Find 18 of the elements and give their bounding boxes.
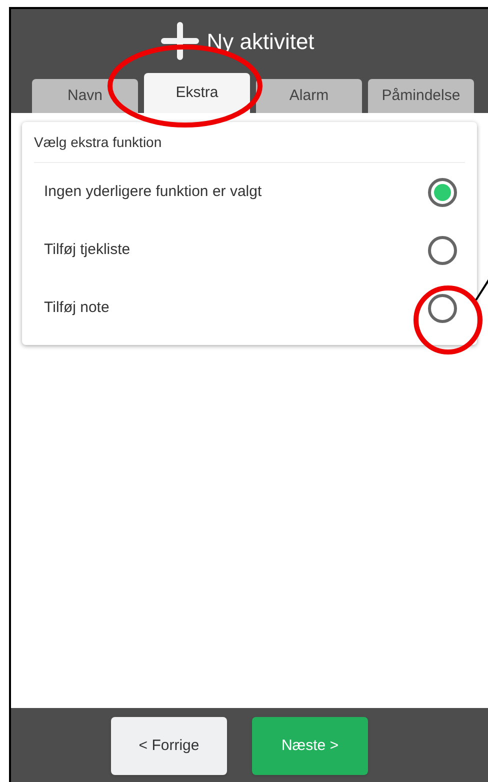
option-label: Ingen yderligere funktion er valgt xyxy=(44,182,262,202)
leader-line xyxy=(475,277,488,301)
tab[interactable]: Påmindelse xyxy=(368,79,474,113)
radio-button[interactable] xyxy=(428,294,457,322)
plus-icon xyxy=(160,22,199,60)
option-row[interactable]: Tilføj tjekliste xyxy=(34,221,465,279)
tab[interactable]: Ekstra xyxy=(144,73,250,113)
option-label: Tilføj tjekliste xyxy=(44,240,130,260)
card-heading: Vælg ekstra funktion xyxy=(34,122,465,163)
option-label: Tilføj note xyxy=(44,298,110,318)
annotation-circle xyxy=(414,286,482,354)
radio-button[interactable] xyxy=(428,236,457,264)
back-button[interactable]: < Forrige xyxy=(111,717,227,775)
option-row[interactable]: Tilføj note xyxy=(34,279,465,337)
radio-button[interactable] xyxy=(428,178,457,206)
tab[interactable]: Navn xyxy=(32,79,138,113)
tab[interactable]: Alarm xyxy=(256,79,362,113)
option-row[interactable]: Ingen yderligere funktion er valgt xyxy=(34,163,465,221)
